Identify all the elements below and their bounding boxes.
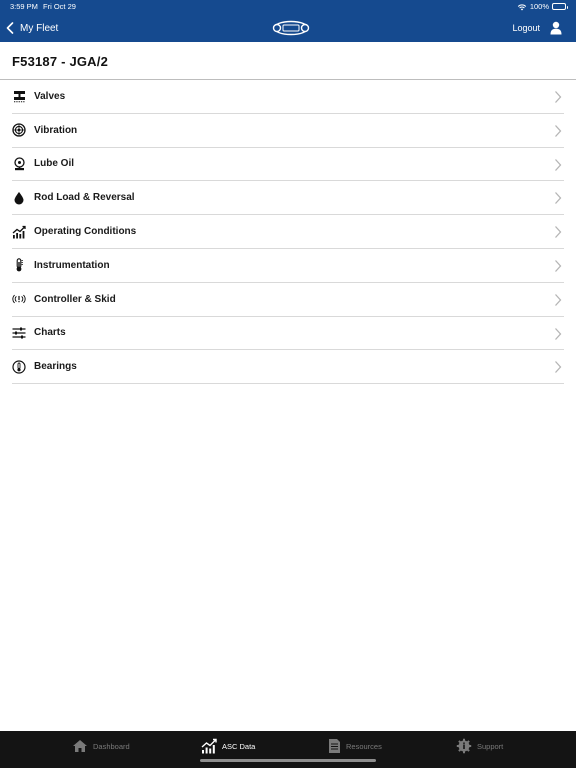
- battery-icon: [552, 3, 568, 10]
- droplet-icon: [12, 191, 26, 205]
- home-icon: [73, 740, 87, 752]
- menu-item-instrumentation[interactable]: Instrumentation: [12, 249, 564, 283]
- menu-item-controller-skid[interactable]: Controller & Skid: [12, 283, 564, 317]
- menu-item-charts[interactable]: Charts: [12, 317, 564, 351]
- status-time: 3:59 PM: [10, 2, 38, 11]
- status-bar: 3:59 PM Fri Oct 29 100%: [0, 0, 576, 13]
- chevron-right-icon: [555, 260, 562, 272]
- back-label: My Fleet: [20, 22, 59, 34]
- bearing-icon: [12, 360, 26, 374]
- menu-item-operating-conditions[interactable]: Operating Conditions: [12, 215, 564, 249]
- thermometer-icon: [12, 258, 26, 272]
- menu-item-valves[interactable]: Valves: [12, 80, 564, 114]
- chevron-right-icon: [555, 293, 562, 306]
- wifi-icon: [517, 4, 526, 10]
- chevron-right-icon: [555, 91, 562, 103]
- vibration-icon: [12, 123, 26, 137]
- battery-percent: 100%: [529, 2, 549, 11]
- asc-data-menu: Valves Vibration Lube Oil Rod Load & Rev…: [12, 80, 564, 385]
- tab-asc-data[interactable]: ASC Data: [201, 737, 255, 755]
- menu-item-label: Instrumentation: [34, 259, 110, 271]
- menu-item-label: Charts: [34, 327, 66, 339]
- menu-item-vibration[interactable]: Vibration: [12, 114, 564, 148]
- tab-label: Support: [477, 741, 504, 751]
- chevron-left-icon: [6, 22, 14, 34]
- back-button[interactable]: My Fleet: [6, 18, 58, 38]
- alert-signal-icon: [12, 292, 26, 306]
- brand-logo: [272, 20, 310, 36]
- tab-resources[interactable]: Resources: [328, 737, 382, 755]
- navigation-bar: My Fleet Logout: [0, 14, 576, 42]
- menu-item-label: Valves: [34, 90, 66, 102]
- chevron-right-icon: [555, 124, 562, 137]
- menu-item-label: Lube Oil: [34, 158, 74, 170]
- menu-item-label: Rod Load & Reversal: [34, 192, 135, 204]
- logout-label: Logout: [512, 23, 540, 33]
- menu-item-bearings[interactable]: Bearings: [12, 350, 564, 385]
- app-header: 3:59 PM Fri Oct 29 100% My Fleet Logout: [0, 0, 576, 42]
- logout-button[interactable]: Logout: [512, 18, 562, 38]
- support-gear-icon: [456, 738, 472, 754]
- tab-bar: Dashboard ASC Data Resources Support: [0, 731, 576, 768]
- page-title: F53187 - JGA/2: [12, 54, 109, 69]
- chart-trend-icon: [12, 225, 26, 239]
- sliders-icon: [12, 326, 26, 340]
- tab-label: Dashboard: [93, 741, 130, 751]
- home-indicator: [200, 759, 376, 762]
- chevron-right-icon: [555, 192, 562, 205]
- chevron-right-icon: [555, 327, 562, 340]
- tab-label: ASC Data: [222, 741, 256, 751]
- status-date: Fri Oct 29: [43, 2, 76, 11]
- document-icon: [329, 739, 340, 753]
- tab-support[interactable]: Support: [456, 737, 503, 755]
- chart-trend-icon: [201, 738, 217, 754]
- lube-oil-icon: [12, 157, 26, 171]
- menu-item-rod-load-reversal[interactable]: Rod Load & Reversal: [12, 181, 564, 216]
- valve-icon: [12, 89, 26, 103]
- menu-item-label: Bearings: [34, 361, 77, 373]
- chevron-right-icon: [555, 158, 562, 171]
- menu-item-label: Vibration: [34, 124, 78, 136]
- chevron-right-icon: [555, 226, 562, 239]
- menu-item-label: Operating Conditions: [34, 226, 137, 238]
- menu-item-lube-oil[interactable]: Lube Oil: [12, 148, 564, 182]
- status-right: 100%: [517, 0, 568, 13]
- tab-label: Resources: [346, 741, 382, 751]
- user-icon: [550, 21, 562, 35]
- tab-dashboard[interactable]: Dashboard: [72, 737, 130, 755]
- menu-item-label: Controller & Skid: [34, 293, 116, 305]
- chevron-right-icon: [555, 361, 562, 374]
